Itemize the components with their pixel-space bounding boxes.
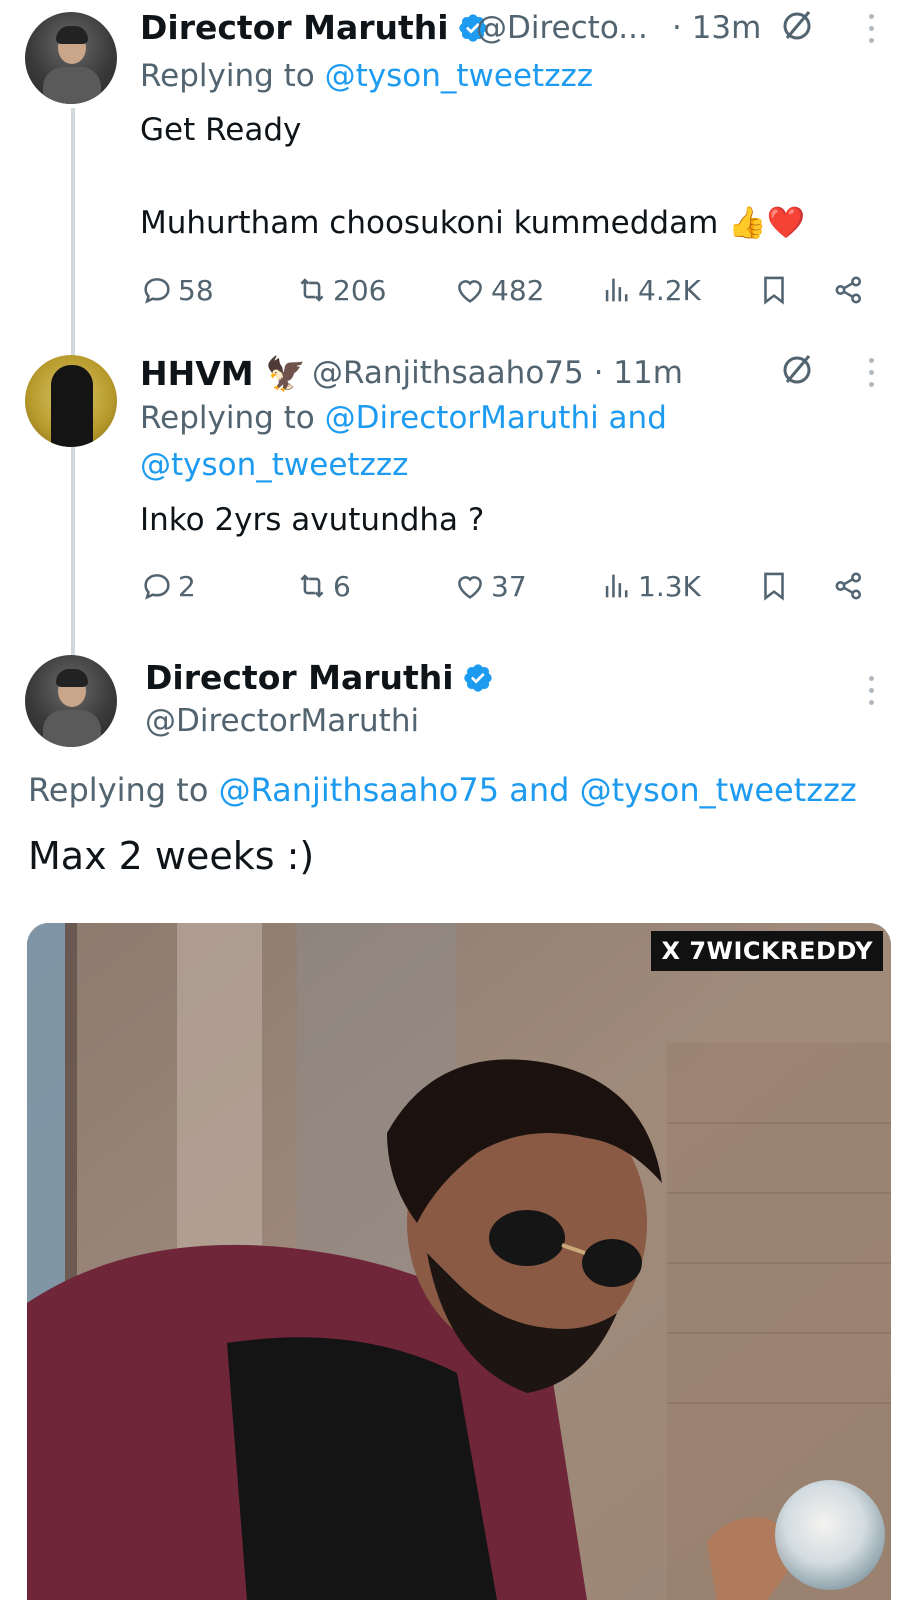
- views-icon: [605, 278, 628, 302]
- media-watermark: X 7WICKREDDY: [651, 931, 883, 971]
- bookmark-button[interactable]: [757, 268, 795, 312]
- more-icon[interactable]: [866, 14, 876, 48]
- replying-to: Replying to @Ranjithsaaho75 and @tyson_t…: [28, 771, 857, 809]
- like-icon: [458, 576, 482, 599]
- like-button[interactable]: 37: [453, 564, 527, 608]
- like-button[interactable]: 482: [453, 268, 544, 312]
- reply-icon: [144, 278, 170, 304]
- action-bar: 58 206 482 4.2K: [140, 268, 875, 312]
- tweet-text-line-1: Get Ready: [140, 112, 302, 148]
- share-button[interactable]: [832, 564, 870, 608]
- author-name[interactable]: HHVM 🦅: [140, 354, 306, 394]
- verified-badge-icon: [463, 664, 492, 692]
- repost-icon: [300, 278, 324, 302]
- repost-button[interactable]: 6: [295, 564, 351, 608]
- avatar[interactable]: [25, 655, 117, 747]
- avatar[interactable]: [25, 12, 117, 104]
- repost-icon: [300, 574, 324, 598]
- share-icon: [835, 276, 862, 304]
- reply-button[interactable]: 2: [140, 564, 196, 608]
- tweet-text-line-1: Inko 2yrs avutundha ?: [140, 502, 485, 538]
- author-handle[interactable]: @Ranjithsaaho75 · 11m: [312, 355, 683, 391]
- replying-to: Replying to @tyson_tweetzzz: [140, 58, 594, 94]
- reply-button[interactable]: 58: [140, 268, 214, 312]
- author-handle[interactable]: @Directo...: [476, 10, 648, 46]
- grok-icon[interactable]: [779, 8, 815, 44]
- media-image: [27, 923, 891, 1600]
- author-handle[interactable]: @DirectorMaruthi: [145, 703, 419, 739]
- views-button[interactable]: 1.3K: [600, 564, 701, 608]
- replying-to: Replying to @DirectorMaruthi and: [140, 400, 667, 436]
- share-button[interactable]: [832, 268, 870, 312]
- timestamp[interactable]: · 13m: [672, 10, 761, 46]
- mention-link[interactable]: @Ranjithsaaho75 and @tyson_tweetzzz: [219, 771, 857, 809]
- views-button[interactable]: 4.2K: [600, 268, 701, 312]
- repost-button[interactable]: 206: [295, 268, 386, 312]
- reply-icon: [144, 574, 170, 600]
- tweet-text-line-2: Muhurtham choosukoni kummeddam 👍❤️: [140, 205, 806, 241]
- action-bar: 2 6 37 1.3K: [140, 564, 875, 608]
- author-name[interactable]: Director Maruthi: [145, 658, 494, 697]
- grok-icon[interactable]: [779, 352, 815, 388]
- tweet-media[interactable]: X 7WICKREDDY: [27, 923, 891, 1600]
- avatar[interactable]: [25, 355, 117, 447]
- bookmark-icon: [764, 276, 784, 305]
- mention-link[interactable]: @tyson_tweetzzz: [325, 58, 593, 94]
- bookmark-icon: [764, 572, 784, 601]
- author-name[interactable]: Director Maruthi: [140, 8, 489, 47]
- tweet-text: Max 2 weeks :): [28, 834, 315, 878]
- share-icon: [835, 572, 862, 600]
- bookmark-button[interactable]: [757, 564, 795, 608]
- more-icon[interactable]: [866, 676, 876, 710]
- views-icon: [605, 574, 628, 598]
- more-icon[interactable]: [866, 358, 876, 392]
- mention-link[interactable]: @tyson_tweetzzz: [140, 447, 408, 483]
- mention-link[interactable]: @DirectorMaruthi and: [325, 400, 667, 436]
- like-icon: [458, 280, 482, 303]
